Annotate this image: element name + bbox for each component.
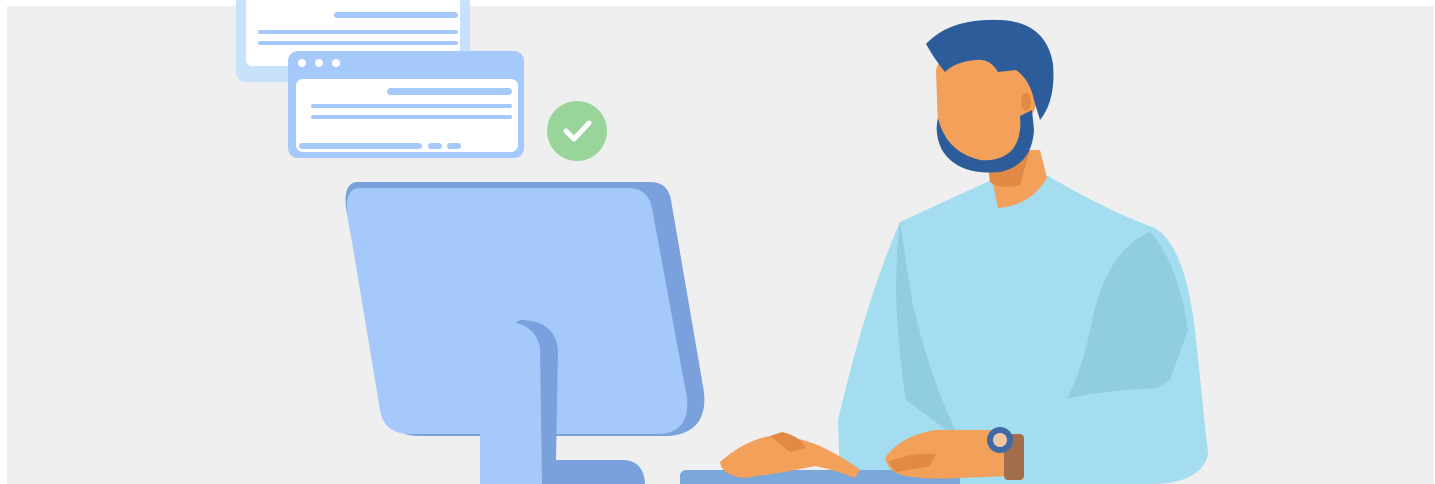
illustration	[7, 0, 1434, 484]
check-circle-icon	[547, 101, 607, 161]
panel-background	[7, 6, 1434, 484]
browser-window-icon	[288, 51, 524, 158]
